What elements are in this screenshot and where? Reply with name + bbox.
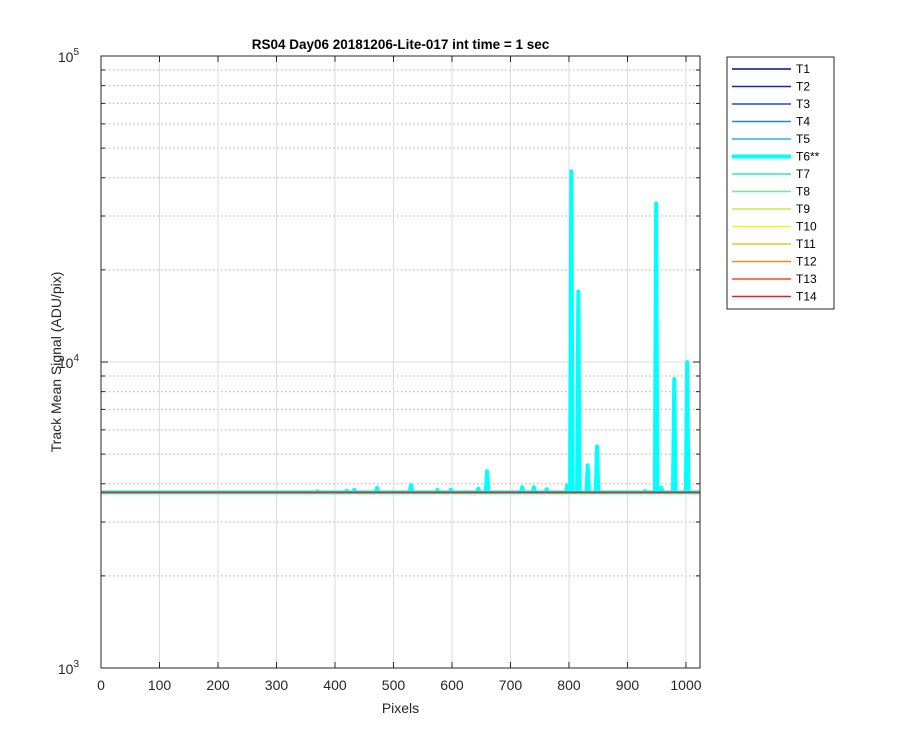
chart-svg: 0 100 200 300 400 500 600 700 800 900 100010310410… [48,37,835,716]
x-tick-label: 900 [616,677,640,693]
y-axis-label: Track Mean Signal (ADU/pix) [48,272,64,453]
legend-label: T2 [796,80,810,94]
grid-layer [100,55,700,669]
x-tick-label: 800 [557,677,581,693]
legend-label: T14 [796,290,817,304]
x-tick-label: 400 [323,677,347,693]
legend-label: T6** [796,150,820,164]
y-tick-exponent: 5 [73,47,79,58]
legend-label: T8 [796,185,810,199]
y-tick-exponent: 4 [73,353,79,364]
legend-label: T9 [796,202,810,216]
y-tick-exponent: 3 [73,659,79,670]
x-tick-label: 700 [499,677,523,693]
legend-label: T7 [796,167,810,181]
legend-label: T1 [796,62,810,76]
legend-label: T10 [796,220,817,234]
y-tick-label: 105 [58,47,80,65]
legend-label: T13 [796,272,817,286]
legend-label: T5 [796,132,810,146]
x-axis-label: Pixels [382,700,419,716]
x-tick-label: 300 [265,677,289,693]
legend-box [726,56,835,310]
legend[interactable]: T1 T2 T3 T4 T5 T6** T7 T8 T9 T10 T11 T12 T13 T14 [726,56,835,310]
legend-label: T4 [796,115,810,129]
x-tick-label: 100 [148,677,172,693]
x-tick-label: 0 [97,677,105,693]
x-tick-label: 200 [206,677,230,693]
figure-window: 0 100 200 300 400 500 600 700 800 900 1000 103 104 10… [0,0,900,750]
y-tick-base: 10 [58,661,74,677]
chart-title: RS04 Day06 20181206-Lite-017 int time = … [252,37,550,52]
x-tick-label: 1000 [670,677,701,693]
legend-label: T3 [796,97,810,111]
y-tick-base: 10 [58,49,74,65]
legend-label: T12 [796,255,817,269]
x-tick-label: 500 [382,677,406,693]
legend-label: T11 [796,237,816,251]
y-tick-label: 103 [58,659,80,677]
x-tick-label: 600 [440,677,464,693]
